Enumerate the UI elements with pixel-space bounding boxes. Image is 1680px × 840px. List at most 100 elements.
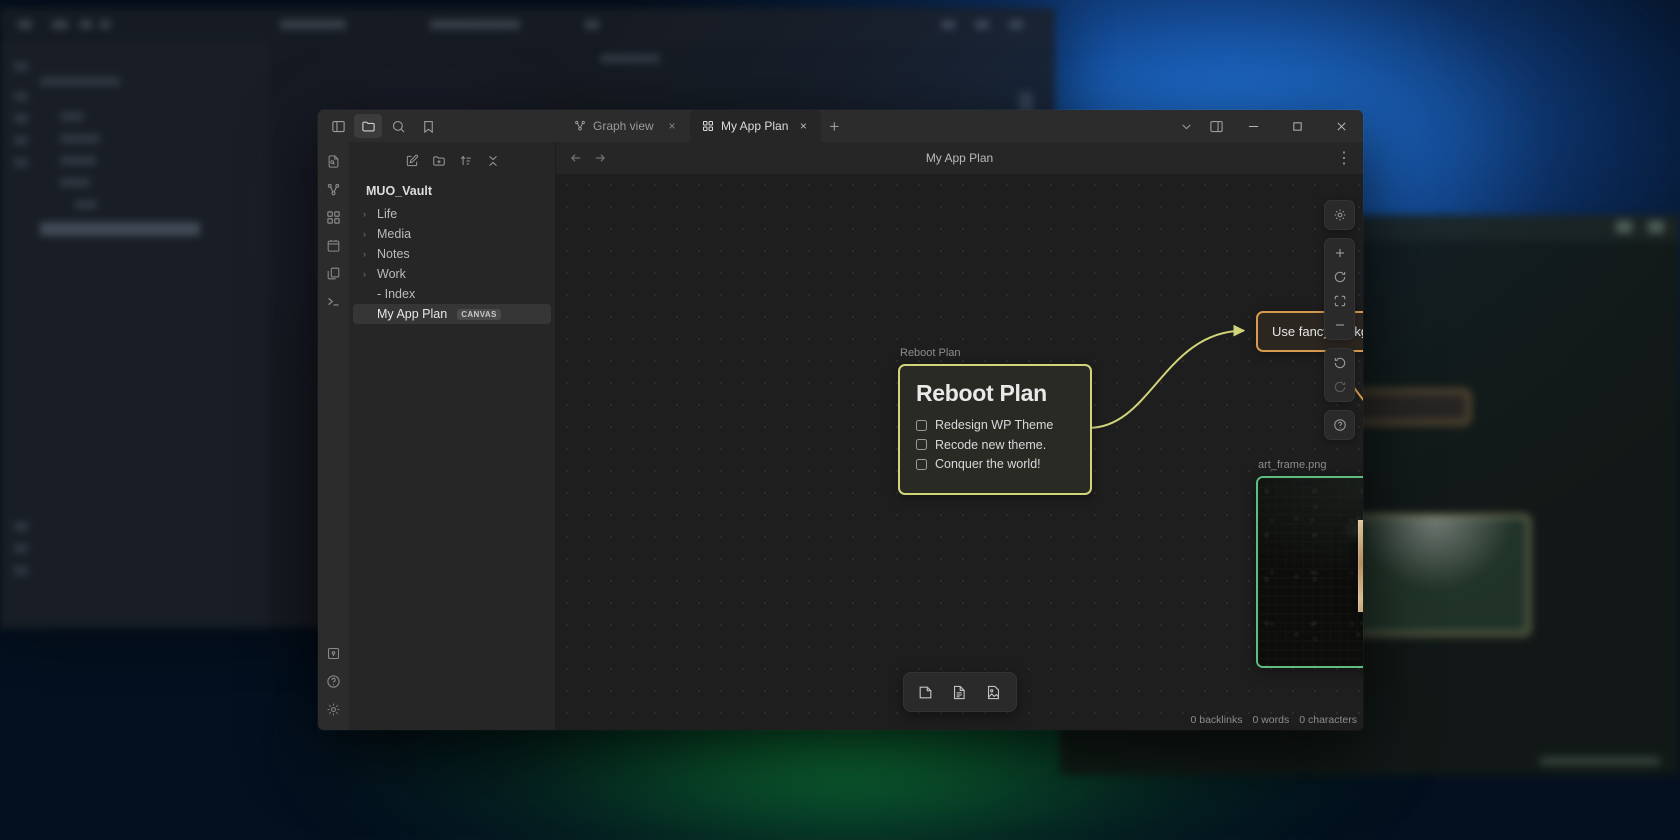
canvas-grid-icon[interactable] <box>321 204 347 230</box>
picture-frame <box>1357 520 1363 612</box>
checkbox-icon[interactable] <box>916 439 927 450</box>
bookmarks-button[interactable] <box>414 114 442 138</box>
window-body: MUO_Vault › Life › Media › Notes › Work <box>318 142 1363 730</box>
canvas-badge: CANVAS <box>457 308 501 320</box>
graph-icon[interactable] <box>321 176 347 202</box>
left-ribbon <box>318 142 349 730</box>
collapse-icon[interactable] <box>481 150 505 172</box>
redo-icon[interactable] <box>1327 375 1352 399</box>
graph-icon <box>574 120 586 132</box>
tree-item-work[interactable]: › Work <box>353 264 551 284</box>
title-bar: Graph view × My App Plan × + <box>318 110 1363 142</box>
todo-item[interactable]: Redesign WP Theme <box>916 418 1074 432</box>
tree-item-label: - Index <box>377 287 416 301</box>
new-note-icon[interactable] <box>400 150 424 172</box>
gear-icon[interactable] <box>321 696 347 722</box>
explorer-toolbar <box>349 142 555 178</box>
title-bar-right-buttons <box>1171 110 1363 142</box>
todo-item[interactable]: Recode new theme. <box>916 438 1074 452</box>
canvas-node-reboot-plan[interactable]: Reboot Plan Redesign WP Theme Recode new… <box>898 364 1092 495</box>
calendar-icon[interactable] <box>321 232 347 258</box>
quick-switcher-icon[interactable] <box>321 148 347 174</box>
checkbox-icon[interactable] <box>916 419 927 431</box>
toggle-left-sidebar-button[interactable] <box>324 114 352 138</box>
node-label-art-frame: art_frame.png <box>1258 459 1327 471</box>
node-heading: Reboot Plan <box>916 380 1047 406</box>
new-folder-icon[interactable] <box>427 150 451 172</box>
tree-item-media[interactable]: › Media <box>353 224 551 244</box>
vault-icon[interactable] <box>321 640 347 666</box>
undo-icon[interactable] <box>1327 351 1352 375</box>
canvas-surface[interactable]: Reboot Plan Reboot Plan Redesign WP Them… <box>556 174 1363 730</box>
status-backlinks[interactable]: 0 backlinks <box>1191 714 1243 726</box>
zoom-to-fit-icon[interactable] <box>1327 289 1352 313</box>
toggle-right-sidebar-button[interactable] <box>1201 113 1231 139</box>
chevron-right-icon: › <box>363 209 366 219</box>
add-media-icon[interactable] <box>979 678 1009 706</box>
file-explorer: MUO_Vault › Life › Media › Notes › Work <box>349 142 556 730</box>
canvas-icon <box>702 120 714 132</box>
zoom-reset-icon[interactable] <box>1327 265 1352 289</box>
forward-button[interactable] <box>588 146 612 170</box>
tree-item-label: Notes <box>377 247 410 261</box>
tree-item-label: Media <box>377 227 412 241</box>
tree-item-label: Life <box>377 207 398 221</box>
tab-list-dropdown-button[interactable] <box>1171 113 1201 139</box>
status-words[interactable]: 0 words <box>1252 714 1289 726</box>
minimize-button[interactable] <box>1231 110 1275 142</box>
canvas-right-toolbar <box>1324 200 1355 440</box>
more-options-button[interactable]: ⋮ <box>1333 147 1355 169</box>
chevron-right-icon: › <box>363 269 366 279</box>
search-button[interactable] <box>384 114 412 138</box>
tree-item-my-app-plan[interactable]: My App Plan CANVAS <box>353 304 551 324</box>
todo-label: Redesign WP Theme <box>935 418 1054 432</box>
page-title: My App Plan <box>925 151 994 165</box>
canvas-settings-gear-icon[interactable] <box>1327 203 1352 227</box>
checkbox-icon[interactable] <box>916 458 927 470</box>
canvas-add-toolbar <box>902 672 1017 712</box>
canvas-node-art-frame-image[interactable] <box>1256 476 1363 668</box>
status-characters[interactable]: 0 characters <box>1299 714 1357 726</box>
files-button[interactable] <box>354 114 382 138</box>
back-button[interactable] <box>564 146 588 170</box>
todo-item[interactable]: Conquer the world! <box>916 457 1074 471</box>
close-button[interactable] <box>1319 110 1363 142</box>
tree-item-index[interactable]: - Index <box>353 284 551 304</box>
tab-strip: Graph view × My App Plan × + <box>442 110 1171 142</box>
node-label-reboot-plan: Reboot Plan <box>900 347 961 359</box>
tool-group-history <box>1324 348 1355 402</box>
obsidian-window: Graph view × My App Plan × + MUO_Vault ›… <box>318 110 1363 730</box>
chevron-right-icon: › <box>363 229 366 239</box>
tree-item-label: My App Plan <box>377 307 448 321</box>
vault-name[interactable]: MUO_Vault <box>349 178 555 204</box>
tool-group-help <box>1324 410 1355 440</box>
chevron-right-icon: › <box>363 249 366 259</box>
tree-item-life[interactable]: › Life <box>353 204 551 224</box>
add-card-icon[interactable] <box>911 678 941 706</box>
terminal-icon[interactable] <box>321 288 347 314</box>
tab-label: Graph view <box>593 119 654 133</box>
status-bar: 0 backlinks 0 words 0 characters <box>1191 714 1358 726</box>
help-icon[interactable] <box>321 668 347 694</box>
close-icon[interactable]: × <box>795 118 811 134</box>
zoom-out-minus-icon[interactable] <box>1327 313 1352 337</box>
add-note-icon[interactable] <box>945 678 975 706</box>
new-tab-button[interactable]: + <box>821 112 847 142</box>
tool-group-settings <box>1324 200 1355 230</box>
copy-files-icon[interactable] <box>321 260 347 286</box>
tab-graph-view[interactable]: Graph view × <box>562 110 690 142</box>
tree-item-label: Work <box>377 267 406 281</box>
maximize-button[interactable] <box>1275 110 1319 142</box>
tab-label: My App Plan <box>721 119 789 133</box>
pane-header: My App Plan ⋮ <box>556 142 1363 174</box>
todo-label: Conquer the world! <box>935 457 1041 471</box>
tab-my-app-plan[interactable]: My App Plan × <box>690 110 822 142</box>
wall-texture <box>1258 478 1363 666</box>
canvas-help-icon[interactable] <box>1327 413 1352 437</box>
close-icon[interactable]: × <box>664 118 680 134</box>
tree-item-notes[interactable]: › Notes <box>353 244 551 264</box>
desktop-background: Graph view × My App Plan × + MUO_Vault ›… <box>0 0 1680 840</box>
title-bar-left-buttons <box>318 110 442 142</box>
sort-icon[interactable] <box>454 150 478 172</box>
zoom-in-plus-icon[interactable] <box>1327 241 1352 265</box>
